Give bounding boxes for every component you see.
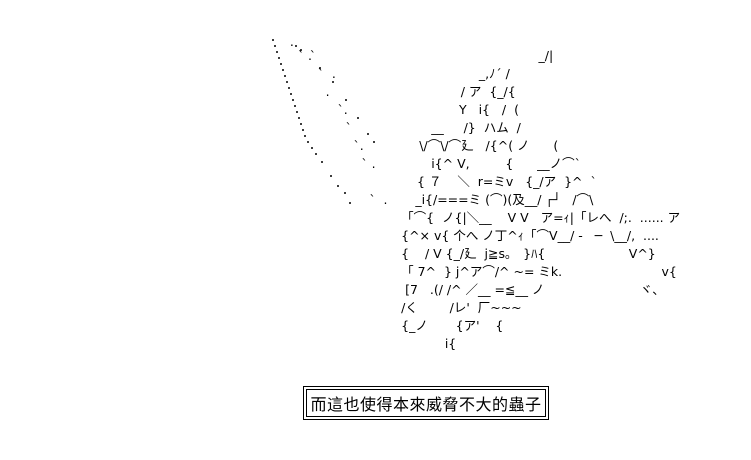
ascii-art-line: ` . _i{/===ミ (⌒)(及__/ ┌┘ /⌒\	[270, 192, 594, 207]
ascii-art-canvas: . ` . ` _/| ` . _,ﾉ´ / . / ア {_/{`. Y i…	[0, 0, 751, 460]
caption-box: 而這也使得本來威脅不大的蟲子	[303, 386, 549, 420]
ascii-art-line: . / ア {_/{	[270, 84, 516, 99]
ascii-art-line: `. \/⌒\/⌒廴 /{^( ノ (	[270, 138, 559, 153]
ascii-art-line: [7 .(/ /^ ／__ =≦__ ノ ヾ、	[270, 282, 665, 297]
ascii-art-line: ` __ /} ハム /	[270, 120, 521, 135]
ascii-art-line: 「 7^ } j^ア⌒/^ ~= ミk. v{	[270, 264, 677, 279]
ascii-art: . ` . ` _/| ` . _,ﾉ´ / . / ア {_/{`. Y i…	[0, 0, 751, 370]
ascii-art-line: { ７ ＼ r=ミv {_/ア }^ `	[270, 174, 597, 189]
ascii-art-line: /く /レ' 厂~~~	[270, 300, 522, 315]
ascii-art-line: ` . _,ﾉ´ /	[270, 66, 510, 81]
ascii-art-line: i{	[270, 336, 457, 351]
ascii-art-line: ` _/|	[270, 48, 554, 63]
ascii-art-line: 「⌒{ ノ{|＼__ V V ア=ｨ|「レへ /;. ...... ア	[270, 210, 681, 225]
ascii-art-line: {^× v{ 个へ ノ丁^ｨ「⌒V__/ - ─ \__/, ....	[270, 228, 659, 243]
ascii-art-line: `. Y i{ / (	[270, 102, 519, 117]
ascii-art-line: ` . i{^ V, { __ノ⌒`	[270, 156, 581, 171]
caption-text: 而這也使得本來威脅不大的蟲子	[306, 389, 546, 417]
ascii-art-line: { / V {_/廴 j≧s｡ }ﾊ{ V^}	[270, 246, 656, 261]
ascii-art-line: {_ノ {ア' {	[270, 318, 504, 333]
